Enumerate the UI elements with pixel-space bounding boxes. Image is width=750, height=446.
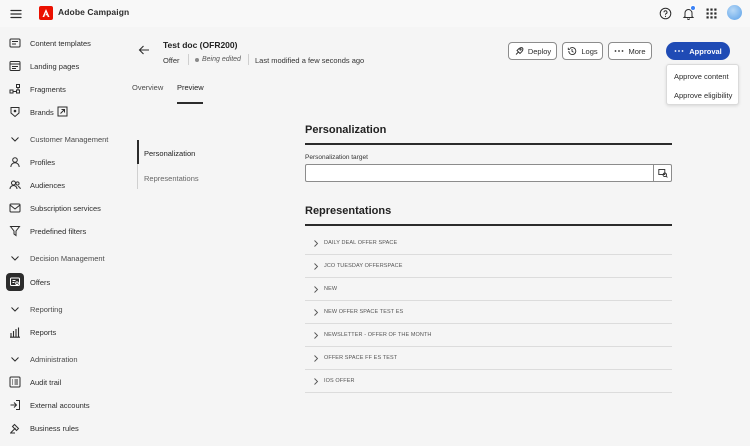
status-text: Being edited: [202, 56, 241, 63]
history-icon: [568, 47, 577, 55]
representation-row[interactable]: OFFER SPACE FF ES TEST: [305, 347, 672, 370]
profiles-icon: [9, 156, 21, 168]
representation-row[interactable]: DAILY DEAL OFFER SPACE: [305, 232, 672, 255]
sidebar-item-content-templates[interactable]: Content templates: [0, 33, 118, 53]
notification-badge: [690, 5, 696, 11]
representation-row[interactable]: NEWSLETTER - OFFER OF THE MONTH: [305, 324, 672, 347]
sidebar: Content templates Landing pages Fragment…: [0, 27, 118, 442]
app-grid-icon[interactable]: [705, 7, 718, 20]
more-button[interactable]: More: [608, 42, 652, 60]
brands-icon: [9, 106, 21, 118]
section-title-personalization: Personalization: [305, 124, 387, 136]
back-arrow-icon[interactable]: [138, 44, 150, 56]
sidebar-item-external-accounts[interactable]: External accounts: [0, 395, 118, 415]
representation-row[interactable]: NEW OFFER SPACE TEST ES: [305, 301, 672, 324]
representation-row[interactable]: IOS OFFER: [305, 370, 672, 393]
tab-preview[interactable]: Preview: [177, 83, 204, 92]
sidebar-item-business-rules[interactable]: Business rules: [0, 418, 118, 438]
external-accounts-icon: [9, 399, 21, 411]
section-divider: [305, 224, 672, 226]
sidebar-item-subscription-services[interactable]: Subscription services: [0, 198, 118, 218]
content-templates-icon: [9, 37, 21, 49]
menu-item-approve-content[interactable]: Approve content: [674, 72, 729, 81]
chevron-right-icon: [313, 332, 319, 339]
sidebar-item-audit-trail[interactable]: Audit trail: [0, 372, 118, 392]
last-modified: Last modified a few seconds ago: [255, 56, 365, 65]
sidebar-section-customer-management[interactable]: Customer Management: [0, 129, 118, 149]
page-title: Test doc (OFR200): [163, 40, 238, 50]
audit-trail-icon: [9, 376, 21, 388]
personalization-target-label: Personalization target: [305, 154, 368, 161]
audience-picker-button[interactable]: [653, 164, 672, 182]
approval-menu: Approve content Approve eligibility: [666, 64, 739, 105]
app-title: Adobe Campaign: [58, 7, 130, 17]
sidebar-item-landing-pages[interactable]: Landing pages: [0, 56, 118, 76]
chevron-right-icon: [313, 286, 319, 293]
deploy-button[interactable]: Deploy: [508, 42, 557, 60]
reports-icon: [9, 326, 21, 338]
status-dot: [195, 57, 199, 62]
landing-pages-icon: [9, 60, 21, 72]
more-icon: [615, 50, 624, 52]
chevron-right-icon: [313, 355, 319, 362]
logs-button[interactable]: Logs: [562, 42, 603, 60]
menu-icon[interactable]: [9, 7, 23, 21]
menu-item-approve-eligibility[interactable]: Approve eligibility: [674, 91, 732, 100]
help-icon[interactable]: [659, 7, 672, 20]
sidebar-section-reporting[interactable]: Reporting: [0, 299, 118, 319]
active-tab-indicator: [177, 102, 203, 104]
side-nav-personalization[interactable]: Personalization: [144, 149, 195, 158]
fragments-icon: [9, 83, 21, 95]
sidebar-item-brands[interactable]: Brands: [0, 102, 118, 122]
chevron-down-icon: [9, 252, 21, 264]
sidebar-section-decision-management[interactable]: Decision Management: [0, 248, 118, 268]
approval-button[interactable]: Approval: [666, 42, 730, 60]
avatar[interactable]: [727, 5, 742, 20]
main-content: Test doc (OFR200) Offer Being edited Las…: [118, 27, 750, 442]
section-divider: [305, 143, 672, 145]
deploy-icon: [515, 47, 524, 55]
audiences-icon: [9, 179, 21, 191]
status-badge: Being edited: [195, 56, 241, 63]
side-nav-representations[interactable]: Representations: [144, 174, 199, 183]
chevron-down-icon: [9, 303, 21, 315]
representation-row[interactable]: NEW: [305, 278, 672, 301]
more-icon: [674, 50, 684, 52]
divider: [188, 54, 189, 65]
top-bar: Adobe Campaign: [0, 0, 750, 27]
personalization-target-input[interactable]: [305, 164, 654, 182]
sidebar-item-predefined-filters[interactable]: Predefined filters: [0, 221, 118, 241]
sidebar-item-profiles[interactable]: Profiles: [0, 152, 118, 172]
subscription-icon: [9, 202, 21, 214]
sidebar-item-fragments[interactable]: Fragments: [0, 79, 118, 99]
sidebar-item-offers[interactable]: Offers: [0, 272, 118, 292]
divider: [248, 54, 249, 65]
side-nav-active-indicator: [137, 140, 139, 164]
tab-overview[interactable]: Overview: [132, 83, 163, 92]
chevron-right-icon: [313, 378, 319, 385]
adobe-logo-icon[interactable]: [39, 6, 53, 20]
chevron-right-icon: [313, 309, 319, 316]
side-nav-track: [137, 164, 138, 189]
chevron-right-icon: [313, 240, 319, 247]
chevron-right-icon: [313, 263, 319, 270]
chevron-down-icon: [9, 353, 21, 365]
audience-search-icon: [657, 169, 668, 178]
open-external-icon[interactable]: [57, 106, 68, 117]
offers-icon: [9, 276, 21, 288]
business-rules-icon: [9, 422, 21, 434]
sidebar-item-reports[interactable]: Reports: [0, 322, 118, 342]
sidebar-item-audiences[interactable]: Audiences: [0, 175, 118, 195]
filter-icon: [9, 225, 21, 237]
chevron-down-icon: [9, 133, 21, 145]
sidebar-section-administration[interactable]: Administration: [0, 349, 118, 369]
document-type: Offer: [163, 56, 180, 65]
representation-row[interactable]: JCO TUESDAY OFFERSPACE: [305, 255, 672, 278]
section-title-representations: Representations: [305, 205, 392, 217]
